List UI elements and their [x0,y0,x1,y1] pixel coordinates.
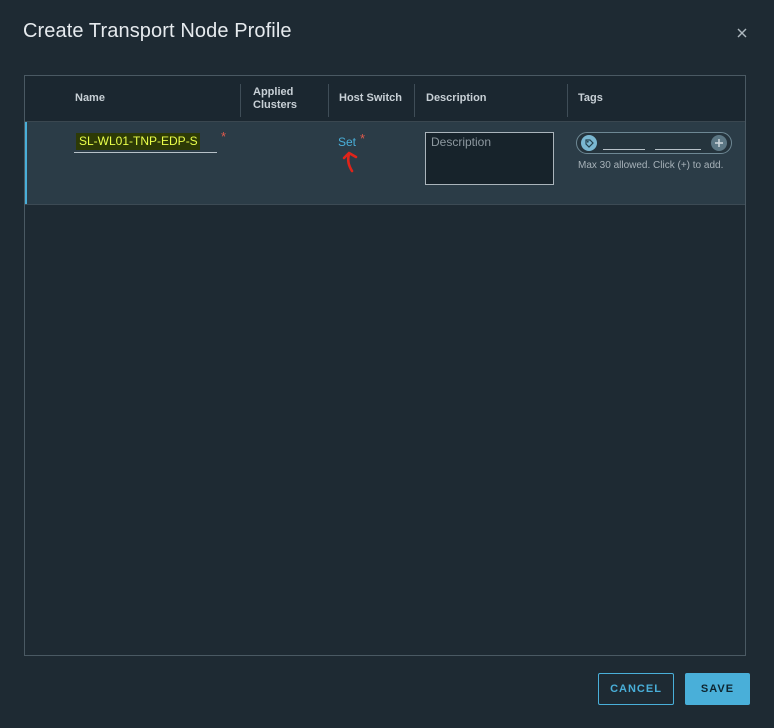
column-divider[interactable] [414,84,415,117]
name-input[interactable]: SL-WL01-TNP-EDP-S [74,132,217,153]
tag-icon [581,135,597,151]
column-header-name: Name [75,92,105,104]
red-arrow-annotation-icon [341,148,367,174]
host-switch-required-marker: * [360,131,366,146]
row-selection-indicator [25,122,27,204]
column-divider[interactable] [240,84,241,117]
dialog-title: Create Transport Node Profile [23,20,292,42]
add-tag-plus-icon[interactable] [711,135,727,151]
column-header-host-switch: Host Switch [339,92,402,104]
column-header-description: Description [426,92,487,104]
column-header-applied-clusters: Applied Clusters [253,85,298,111]
close-icon[interactable] [733,24,751,42]
tag-field[interactable] [603,137,645,150]
column-divider[interactable] [567,84,568,117]
grid-header: Name Applied Clusters Host Switch Descri… [25,76,745,122]
name-input-value: SL-WL01-TNP-EDP-S [76,133,200,150]
host-switch-set-link[interactable]: Set [338,135,356,149]
tags-input[interactable] [576,132,732,154]
scope-field[interactable] [655,137,701,150]
description-input[interactable]: Description [425,132,554,185]
name-required-marker: * [221,129,227,144]
tags-hint-text: Max 30 allowed. Click (+) to add. [578,160,724,171]
cancel-button[interactable]: CANCEL [598,673,674,705]
create-transport-node-profile-dialog: Create Transport Node Profile Name Appli… [0,0,774,728]
profile-grid: Name Applied Clusters Host Switch Descri… [24,75,746,656]
column-header-tags: Tags [578,92,603,104]
save-button[interactable]: SAVE [685,673,750,705]
column-divider[interactable] [328,84,329,117]
table-row: SL-WL01-TNP-EDP-S * Set * Description Ma… [25,122,745,205]
